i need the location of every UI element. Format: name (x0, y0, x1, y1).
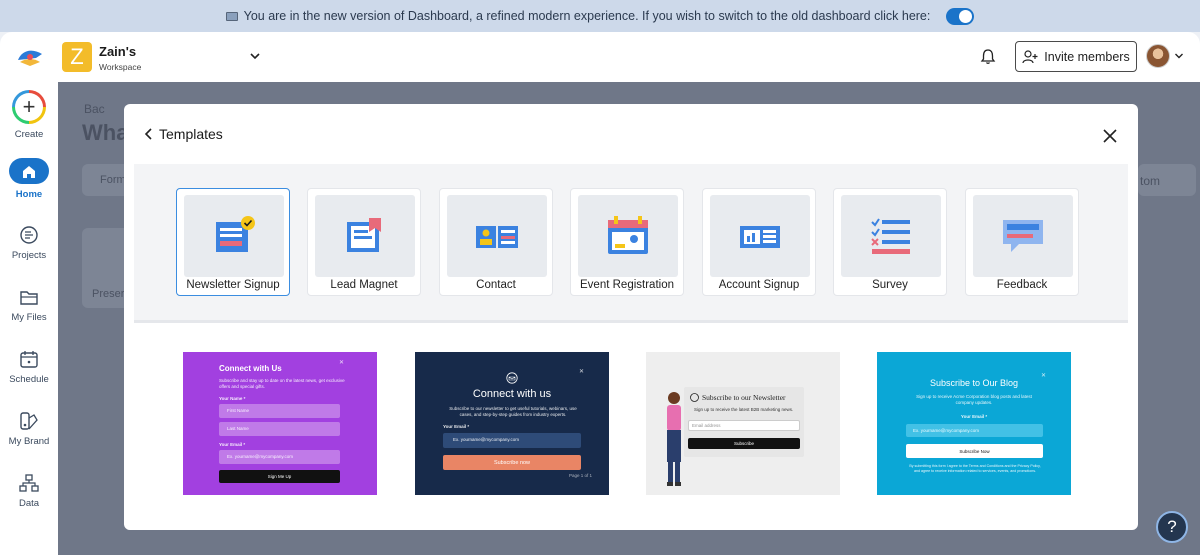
top-header: Z Zain's Workspace Invite members (0, 32, 1200, 82)
background-back-link: Bac (84, 102, 105, 116)
brand-icon (20, 412, 38, 430)
category-lead-magnet[interactable]: Lead Magnet (307, 188, 421, 296)
template-preview-subscribe-newsletter[interactable]: Subscribe to our Newsletter Sign up to r… (646, 352, 840, 495)
workspace-avatar[interactable]: Z (62, 42, 92, 72)
sidebar-item-label: Data (18, 498, 40, 509)
category-label: Survey (872, 279, 908, 291)
newsletter-icon (216, 216, 255, 252)
app-logo-icon[interactable] (16, 46, 44, 68)
category-label: Lead Magnet (330, 279, 398, 291)
sidebar-item-create[interactable]: + Create (0, 90, 58, 140)
contact-icon (476, 226, 518, 248)
mail-icon (506, 372, 518, 384)
templates-back-button[interactable]: Templates (144, 126, 223, 142)
sidebar-item-label: Create (14, 129, 44, 140)
mail-icon (690, 393, 699, 402)
background-heading: Wha (82, 120, 129, 145)
category-label: Account Signup (718, 279, 800, 291)
category-survey[interactable]: Survey (833, 188, 947, 296)
monitor-icon (225, 11, 238, 21)
user-avatar[interactable] (1146, 44, 1170, 68)
template-preview-subscribe-blog[interactable]: ✕ Subscribe to Our Blog Sign up to recei… (877, 352, 1071, 495)
sidebar-item-label: My Files (11, 312, 47, 323)
sidebar-item-label: Projects (11, 250, 47, 261)
banner-text: You are in the new version of Dashboard,… (243, 9, 931, 23)
category-label: Newsletter Signup (186, 279, 280, 291)
projects-icon (20, 226, 38, 244)
chevron-down-icon[interactable] (1174, 51, 1184, 61)
category-label: Feedback (996, 279, 1048, 291)
template-preview-connect-with-us-dark[interactable]: ✕ Connect with us Subscribe to our newsl… (415, 352, 609, 495)
modal-title: Templates (159, 126, 223, 142)
category-label: Event Registration (580, 279, 674, 291)
category-feedback[interactable]: Feedback (965, 188, 1079, 296)
sidebar-item-label: Home (15, 189, 43, 200)
category-event-registration[interactable]: Event Registration (570, 188, 684, 296)
category-account-signup[interactable]: Account Signup (702, 188, 816, 296)
sidebar-item-data[interactable]: Data (0, 472, 58, 509)
category-contact[interactable]: Contact (439, 188, 553, 296)
sidebar-item-home[interactable]: Home (0, 158, 58, 200)
sidebar-item-my-brand[interactable]: My Brand (0, 410, 58, 447)
chevron-left-icon (144, 128, 152, 140)
background-right-chip: tom (1140, 174, 1161, 188)
workspace-subtitle: Workspace (99, 62, 142, 72)
feedback-icon (1003, 220, 1043, 252)
lead-magnet-icon (347, 218, 381, 252)
add-user-icon (1022, 49, 1038, 63)
calendar-icon (608, 216, 648, 254)
folder-icon (20, 291, 38, 305)
close-icon: ✕ (339, 360, 345, 366)
templates-modal: Templates Newsletter Signup Lead Magnet … (124, 104, 1138, 530)
invite-members-label: Invite members (1044, 49, 1130, 64)
category-newsletter-signup[interactable]: Newsletter Signup (176, 188, 290, 296)
announcement-banner: You are in the new version of Dashboard,… (0, 0, 1200, 32)
help-button[interactable]: ? (1156, 511, 1188, 543)
close-icon[interactable] (1102, 128, 1118, 144)
background-chip: Form (100, 174, 126, 186)
sidebar-item-label: My Brand (8, 436, 50, 447)
sidebar-item-schedule[interactable]: Schedule (0, 348, 58, 385)
old-dashboard-toggle[interactable] (946, 7, 975, 25)
survey-icon (871, 218, 910, 254)
data-icon (19, 474, 39, 492)
divider (134, 320, 1128, 323)
close-icon: ✕ (579, 369, 585, 375)
sidebar-item-label: Schedule (9, 374, 49, 385)
home-icon (9, 158, 49, 184)
create-icon: + (12, 90, 46, 124)
account-icon (740, 226, 780, 248)
invite-members-button[interactable]: Invite members (1015, 41, 1137, 72)
sidebar-item-projects[interactable]: Projects (0, 224, 58, 261)
bell-icon[interactable] (980, 48, 996, 65)
chevron-down-icon[interactable] (249, 50, 261, 62)
background-tile-label: Preser (92, 288, 125, 300)
sidebar-item-my-files[interactable]: My Files (0, 286, 58, 323)
template-preview-connect-with-us[interactable]: ✕ Connect with Us Subscribe and stay up … (183, 352, 377, 495)
calendar-icon (20, 351, 38, 368)
category-label: Contact (476, 279, 516, 291)
workspace-name[interactable]: Zain's (99, 44, 136, 59)
sidebar: + Create Home Projects My Files Schedule (0, 82, 58, 555)
